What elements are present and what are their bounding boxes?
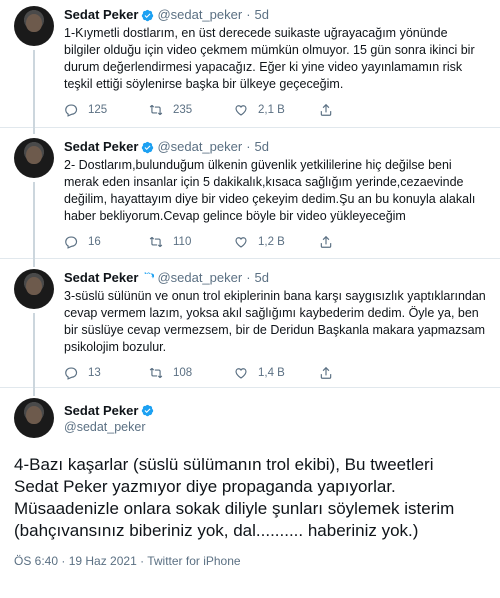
reply-count: 13 bbox=[88, 367, 101, 379]
author-name[interactable]: Sedat Peker bbox=[64, 138, 138, 156]
like-icon bbox=[235, 237, 247, 248]
tweet-text: 3-süslü sülünün ve onun trol ekiplerinin… bbox=[64, 289, 486, 354]
share-button[interactable] bbox=[319, 103, 404, 117]
reply-button[interactable]: 16 bbox=[64, 235, 149, 249]
like-button[interactable]: 1,4 B bbox=[234, 366, 319, 380]
thread-tweet-3[interactable]: Sedat Peker @sedat_peker · 5d 3-süslü sü… bbox=[0, 259, 500, 396]
share-icon bbox=[320, 235, 332, 248]
tweet-time[interactable]: 5d bbox=[255, 6, 269, 24]
reply-count: 16 bbox=[88, 236, 101, 248]
thread-connector-line bbox=[33, 182, 35, 267]
reply-icon bbox=[65, 236, 78, 249]
author-name[interactable]: Sedat Peker bbox=[64, 6, 138, 24]
avatar[interactable] bbox=[14, 6, 54, 46]
separator-dot: · bbox=[246, 139, 251, 154]
reply-icon bbox=[65, 104, 78, 117]
retweet-button[interactable]: 110 bbox=[149, 235, 234, 249]
like-button[interactable]: 1,2 B bbox=[234, 235, 319, 249]
verified-badge-icon bbox=[142, 404, 154, 416]
retweet-icon bbox=[149, 104, 163, 116]
like-count: 1,2 B bbox=[258, 236, 285, 248]
retweet-button[interactable]: 235 bbox=[149, 103, 234, 117]
retweet-count: 108 bbox=[173, 367, 193, 379]
tweet-text: 2- Dostlarım,bulunduğum ülkenin güvenlik… bbox=[64, 158, 476, 223]
tweet-actions: 16 110 1,2 B bbox=[64, 235, 486, 249]
tweet-thread: Sedat Peker @sedat_peker · 5d 1-Kıymetli… bbox=[0, 0, 500, 598]
like-icon bbox=[235, 368, 247, 379]
author-handle[interactable]: @sedat_peker bbox=[64, 419, 157, 435]
reply-button[interactable]: 125 bbox=[64, 103, 149, 117]
reply-button[interactable]: 13 bbox=[64, 366, 149, 380]
author-handle[interactable]: @sedat_peker bbox=[157, 138, 242, 156]
retweet-count: 110 bbox=[173, 236, 192, 248]
tweet-time[interactable]: 5d bbox=[255, 138, 269, 156]
tweet-actions: 125 235 2,1 B bbox=[64, 103, 486, 117]
share-button[interactable] bbox=[319, 366, 404, 380]
verified-badge-icon bbox=[142, 141, 154, 153]
tweet-actions: 13 108 1,4 B bbox=[64, 366, 486, 380]
retweet-icon bbox=[149, 236, 163, 248]
retweet-count: 235 bbox=[173, 104, 193, 116]
share-icon bbox=[320, 103, 332, 116]
thread-tweet-1[interactable]: Sedat Peker @sedat_peker · 5d 1-Kıymetli… bbox=[0, 0, 500, 134]
avatar[interactable] bbox=[14, 269, 54, 309]
share-icon bbox=[320, 366, 332, 379]
share-button[interactable] bbox=[319, 235, 404, 249]
like-icon bbox=[235, 105, 247, 116]
reply-icon bbox=[65, 367, 78, 380]
author-name[interactable]: Sedat Peker bbox=[64, 402, 138, 419]
tweet-timestamp-source[interactable]: ÖS 6:40 · 19 Haz 2021 · Twitter for iPho… bbox=[14, 554, 486, 568]
like-count: 1,4 B bbox=[258, 367, 285, 379]
separator-dot: · bbox=[246, 7, 251, 22]
author-handle[interactable]: @sedat_peker bbox=[157, 6, 242, 24]
thread-connector-line bbox=[33, 313, 35, 396]
like-button[interactable]: 2,1 B bbox=[234, 103, 319, 117]
retweet-button[interactable]: 108 bbox=[149, 366, 234, 380]
retweet-icon bbox=[149, 367, 163, 379]
separator-dot: · bbox=[246, 270, 251, 285]
author-name[interactable]: Sedat Peker bbox=[64, 269, 138, 287]
thread-connector-line bbox=[33, 50, 35, 134]
focused-tweet: Sedat Peker @sedat_peker 4-Bazı kaşarlar… bbox=[0, 388, 500, 568]
verified-badge-icon bbox=[145, 271, 155, 281]
avatar[interactable] bbox=[14, 138, 54, 178]
tweet-text: 1-Kıymetli dostlarım, en üst derecede su… bbox=[64, 26, 475, 91]
reply-count: 125 bbox=[88, 104, 108, 116]
like-count: 2,1 B bbox=[258, 104, 285, 116]
focused-tweet-text: 4-Bazı kaşarlar (süslü sülümanın trol ek… bbox=[14, 455, 455, 540]
thread-tweet-2[interactable]: Sedat Peker @sedat_peker · 5d 2- Dostlar… bbox=[0, 128, 500, 267]
tweet-time[interactable]: 5d bbox=[255, 269, 269, 287]
author-handle[interactable]: @sedat_peker bbox=[157, 269, 242, 287]
verified-badge-icon bbox=[142, 9, 154, 21]
avatar[interactable] bbox=[14, 398, 54, 438]
